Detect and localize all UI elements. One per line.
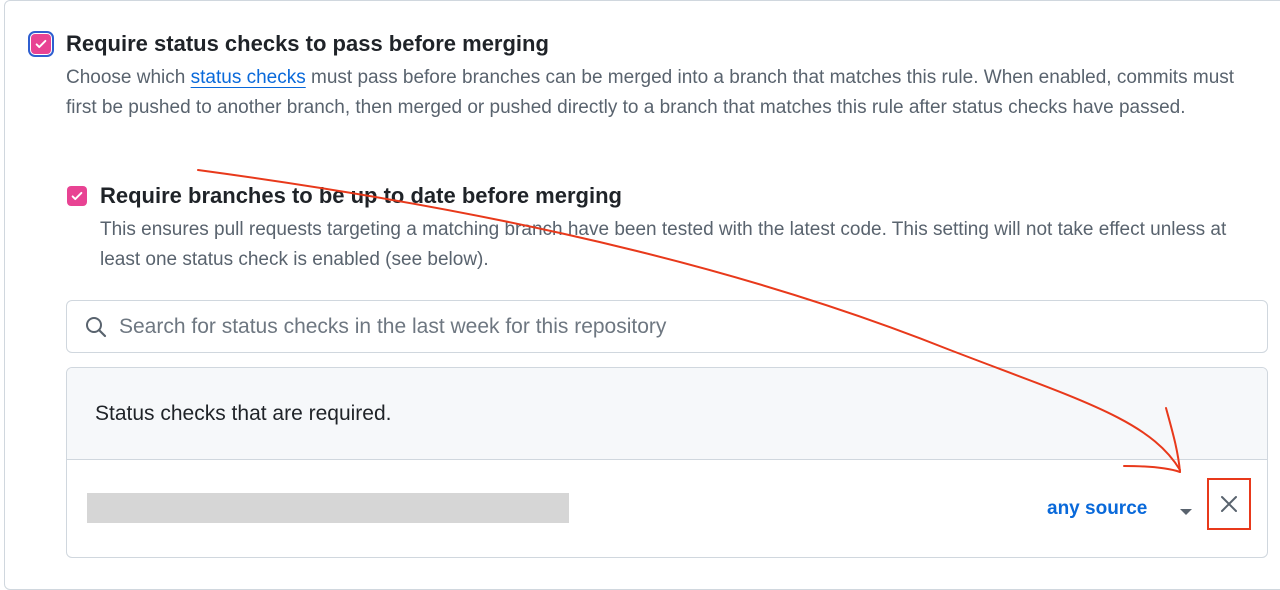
status-check-search[interactable]: [66, 300, 1268, 353]
require-up-to-date-description: This ensures pull requests targeting a m…: [100, 219, 1227, 270]
required-checks-heading: Status checks that are required.: [95, 401, 392, 425]
source-selector[interactable]: any source: [1047, 498, 1147, 520]
checkmark-icon: [35, 39, 47, 49]
description-text: Choose which: [66, 67, 191, 88]
chevron-down-icon[interactable]: [1180, 509, 1192, 515]
redacted-check-name: [87, 493, 569, 523]
status-checks-link[interactable]: status checks: [191, 67, 306, 88]
require-up-to-date-checkbox[interactable]: [67, 186, 87, 206]
search-input[interactable]: [117, 313, 1221, 340]
checkmark-icon: [71, 191, 83, 201]
required-checks-panel: Status checks that are required. any sou…: [66, 367, 1268, 558]
close-icon: [1221, 496, 1237, 512]
require-status-checks-description: Choose which status checks must pass bef…: [66, 63, 1261, 123]
require-up-to-date-title: Require branches to be up to date before…: [100, 183, 622, 208]
remove-check-button[interactable]: [1207, 478, 1251, 530]
required-checks-header: Status checks that are required.: [67, 368, 1267, 460]
search-icon: [83, 314, 109, 340]
require-status-checks-checkbox[interactable]: [28, 31, 54, 57]
require-status-checks-title: Require status checks to pass before mer…: [66, 31, 549, 56]
required-check-row: any source: [67, 460, 1267, 557]
